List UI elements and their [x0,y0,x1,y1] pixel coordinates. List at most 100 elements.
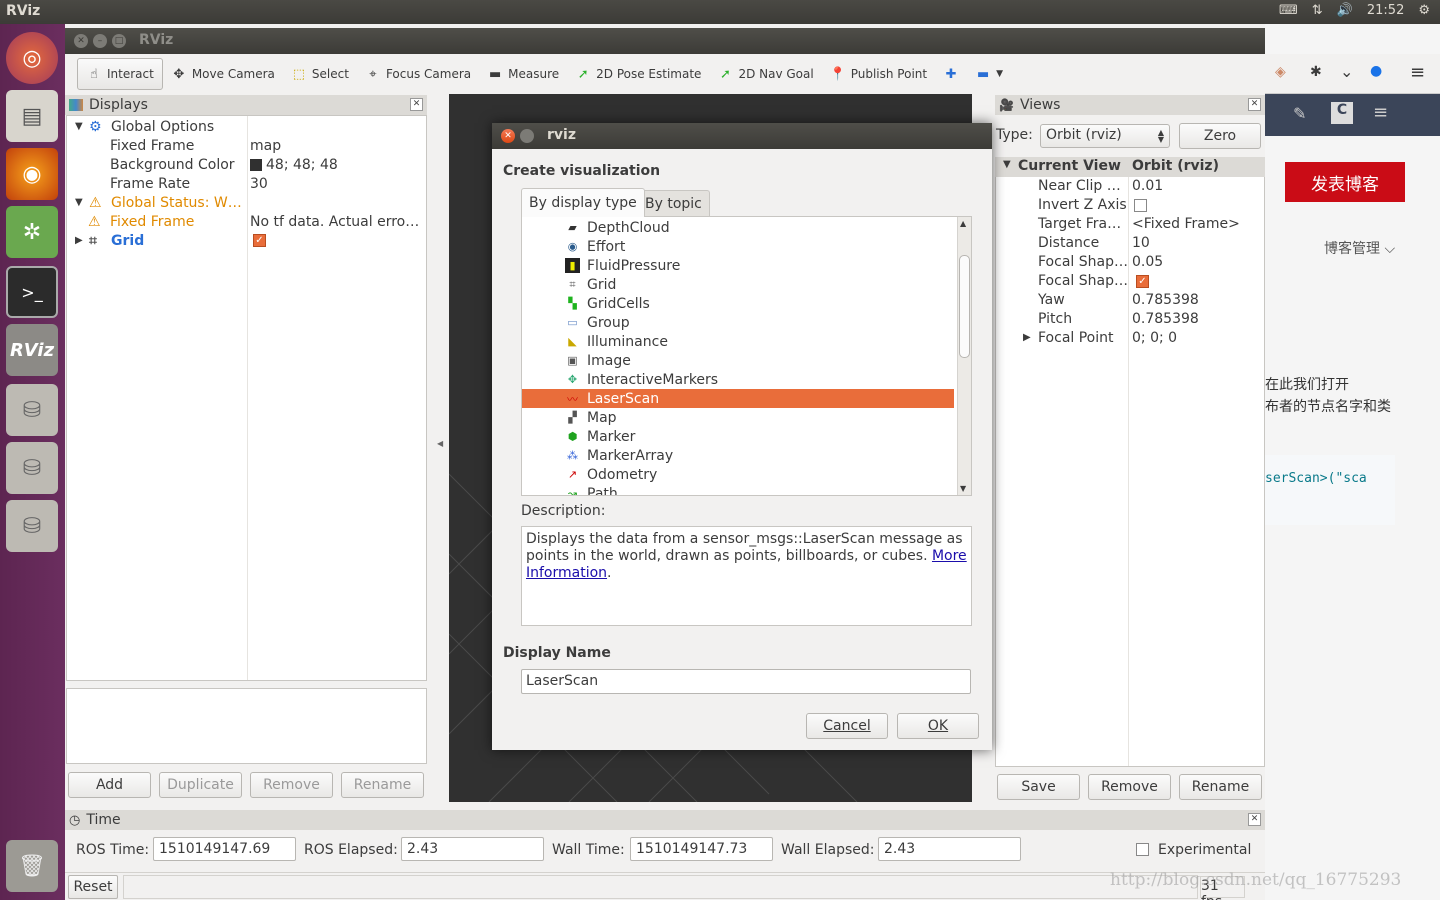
list-item[interactable]: ↝ Path [522,484,954,496]
expand-arrow-icon[interactable]: ▼ [75,197,89,208]
rviz-launcher-icon[interactable]: RViz [6,324,58,376]
wall-elapsed-field[interactable]: 2.43 [878,837,1021,861]
list-item[interactable]: ◉ Effort [522,237,954,256]
ok-button[interactable]: OK [897,713,979,739]
view-prop-label[interactable]: Focal Point [1038,330,1114,349]
volume-icon[interactable]: 🔊 [1337,3,1353,18]
close-icon[interactable]: ✕ [1248,98,1261,111]
view-prop-value[interactable]: 10 [1132,235,1150,254]
close-icon[interactable]: ✕ [410,98,423,111]
list-item[interactable]: ▮ FluidPressure [522,256,954,275]
scroll-up-icon[interactable]: ▲ [960,219,966,228]
background-color-value[interactable]: 48; 48; 48 [250,155,338,174]
extension-icon[interactable]: ◈ [1275,64,1286,80]
focal-shape-checkbox[interactable]: ✓ [1136,273,1149,292]
current-view-header[interactable]: ▼ Current View Orbit (rviz) [995,157,1265,177]
blog-manage-link[interactable]: 博客管理 ⌵ [1324,238,1395,258]
view-prop-value[interactable]: 0; 0; 0 [1132,330,1177,349]
close-icon[interactable]: ✕ [1248,813,1261,826]
keyboard-icon[interactable]: ⌨ [1279,3,1298,18]
save-view-button[interactable]: Save [997,774,1080,800]
remove-tool-button[interactable]: ▬ ▼ [967,58,1011,90]
maximize-icon[interactable]: □ [112,34,126,48]
csdn-icon[interactable]: C [1331,102,1353,124]
view-prop-label[interactable]: Near Clip … [1038,178,1121,197]
remove-view-button[interactable]: Remove [1088,774,1171,800]
tree-row-frame-rate[interactable]: Frame Rate [110,174,190,193]
extension-icon[interactable]: ✱ [1310,64,1322,80]
collapse-arrow-icon[interactable]: ▶ [1023,332,1031,351]
select-tool[interactable]: ⬚ Select [283,58,357,90]
move-camera-tool[interactable]: ✥ Move Camera [163,58,283,90]
ros-elapsed-field[interactable]: 2.43 [401,837,544,861]
view-prop-label[interactable]: Target Fra… [1038,216,1121,235]
remove-display-button[interactable]: Remove [250,772,333,798]
view-prop-value[interactable]: 0.01 [1132,178,1163,197]
list-item[interactable]: ✥ InteractiveMarkers [522,370,954,389]
tree-row-fixed-frame-error[interactable]: ⚠ Fixed Frame [88,212,194,231]
network-icon[interactable]: ⇅ [1312,3,1323,18]
menu-icon[interactable]: ≡ [1373,102,1388,123]
list-item[interactable]: ↗ Odometry [522,465,954,484]
wall-time-field[interactable]: 1510149147.73 [630,837,773,861]
list-item[interactable]: ▚ GridCells [522,294,954,313]
view-prop-value[interactable]: 0.785398 [1132,311,1199,330]
minimize-icon[interactable] [520,129,534,143]
collapse-left-icon[interactable]: ◀ [437,439,443,448]
fixed-frame-value[interactable]: map [250,136,281,155]
view-prop-label[interactable]: Yaw [1038,292,1065,311]
trash-icon[interactable]: 🗑 [6,840,58,892]
frame-rate-value[interactable]: 30 [250,174,268,193]
pose-estimate-tool[interactable]: ➚ 2D Pose Estimate [567,58,709,90]
tree-row-global-options[interactable]: ▼ ⚙ Global Options [75,117,214,136]
list-item[interactable]: ▣ Image [522,351,954,370]
close-icon[interactable]: ✕ [501,129,515,143]
duplicate-display-button[interactable]: Duplicate [159,772,242,798]
zero-button[interactable]: Zero [1179,123,1261,149]
disk-icon[interactable]: ⛁ [6,384,58,436]
disk-icon[interactable]: ⛁ [6,500,58,552]
publish-point-tool[interactable]: 📍 Publish Point [822,58,935,90]
list-item-selected[interactable]: 〰 LaserScan [522,389,954,408]
tree-row-grid[interactable]: ▶ ⌗ Grid [75,231,144,250]
view-prop-label[interactable]: Invert Z Axis [1038,197,1127,216]
view-type-select[interactable]: Orbit (rviz) ▲ ▼ [1040,124,1170,148]
rename-display-button[interactable]: Rename [341,772,424,798]
focus-camera-tool[interactable]: ⌖ Focus Camera [357,58,479,90]
ubuntu-dash-icon[interactable]: ◎ [6,32,58,84]
gear-icon[interactable]: ⚙ [1418,3,1430,18]
scroll-down-icon[interactable]: ▼ [960,484,966,493]
tab-by-topic[interactable]: By topic [637,190,710,216]
list-item[interactable]: ▰ DepthCloud [522,218,954,237]
list-item[interactable]: ◣ Illuminance [522,332,954,351]
view-prop-value[interactable]: <Fixed Frame> [1132,216,1240,235]
ros-time-field[interactable]: 1510149147.69 [153,837,296,861]
list-item[interactable]: ⌗ Grid [522,275,954,294]
reset-button[interactable]: Reset [68,875,118,899]
extension-icon[interactable]: ● [1370,63,1382,79]
cancel-button[interactable]: Cancel [806,713,888,739]
view-prop-value[interactable]: 0.05 [1132,254,1163,273]
expand-arrow-icon[interactable]: ▼ [75,121,89,132]
expand-arrow-icon[interactable]: ▼ [1003,159,1011,170]
files-icon[interactable]: ▤ [6,90,58,142]
tab-by-display-type[interactable]: By display type [521,188,645,217]
measure-tool[interactable]: ▬ Measure [479,58,567,90]
clock[interactable]: 21:52 [1367,3,1404,18]
view-prop-label[interactable]: Pitch [1038,311,1072,330]
post-blog-button[interactable]: 发表博客 [1285,162,1405,202]
list-item[interactable]: ▞ Map [522,408,954,427]
menu-icon[interactable]: ≡ [1410,62,1425,83]
tree-row-fixed-frame[interactable]: Fixed Frame [110,136,194,155]
collapse-arrow-icon[interactable]: ▶ [75,235,89,246]
add-display-button[interactable]: Add [68,772,151,798]
close-icon[interactable]: ✕ [74,34,88,48]
tree-row-global-status[interactable]: ▼ ⚠ Global Status: W… [75,193,242,212]
view-prop-label[interactable]: Distance [1038,235,1099,254]
display-name-input[interactable]: LaserScan [521,669,971,694]
unity-apps-icon[interactable]: ✲ [6,206,58,258]
rename-view-button[interactable]: Rename [1179,774,1262,800]
nav-goal-tool[interactable]: ➚ 2D Nav Goal [709,58,821,90]
chevron-down-icon[interactable]: ⌄ [1340,62,1353,81]
scrollbar-thumb[interactable] [959,255,970,358]
